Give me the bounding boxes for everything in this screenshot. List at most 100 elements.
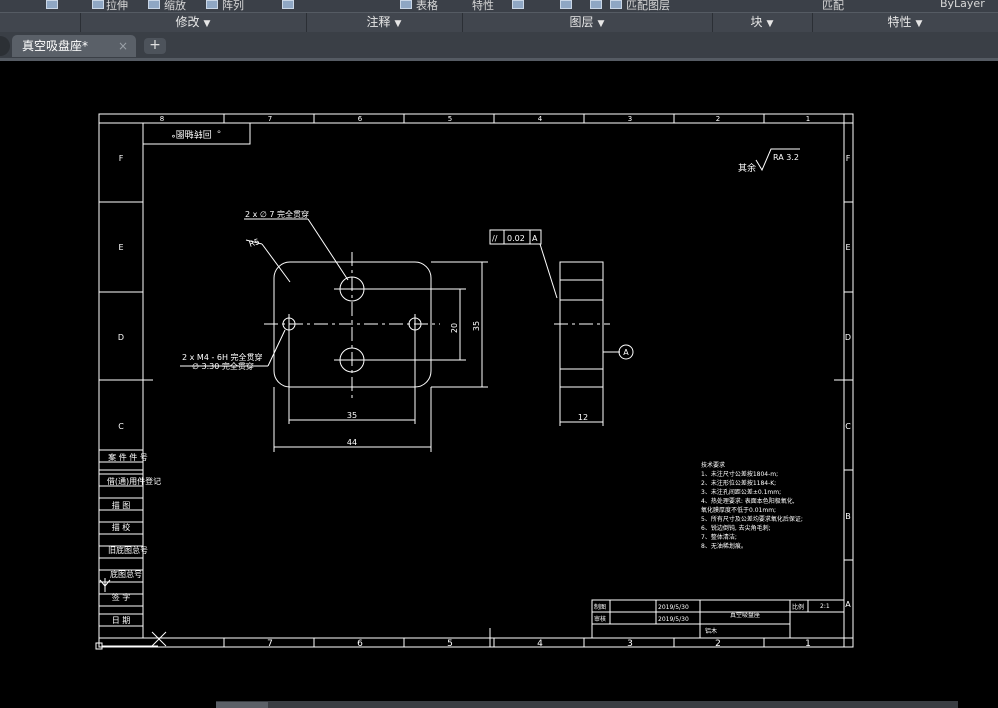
strip-label: 底图总号 [110, 569, 142, 579]
surface-finish-prefix: 其余 [738, 162, 756, 174]
col-number: 1 [806, 115, 810, 123]
row-letter: D [118, 333, 124, 342]
table-icon[interactable] [400, 0, 412, 9]
col-number-bottom: 5 [447, 639, 453, 649]
layer-lock-icon[interactable] [590, 0, 602, 9]
panel-properties[interactable]: 特性 ▼ [812, 13, 998, 32]
col-number-bottom: 7 [267, 639, 273, 649]
col-number-bottom: 3 [627, 639, 633, 649]
horizontal-scrollbar[interactable] [216, 701, 958, 708]
drawing-sheet: 8 7 6 5 4 3 2 1 7 6 5 4 3 2 1 F E D C F … [95, 113, 854, 650]
strip-label: 描 校 [112, 522, 131, 532]
callout-tapped-holes: 2 x M4 - 6H 完全贯穿 [182, 352, 263, 362]
title-block-date-2: 2019/5/30 [658, 616, 689, 623]
chevron-down-icon: ▼ [597, 19, 605, 29]
title-block-checked-by: 审核 [594, 615, 606, 623]
panel-block[interactable]: 块 ▼ [712, 13, 813, 32]
scale-icon[interactable] [148, 0, 160, 9]
col-number-bottom: 2 [715, 639, 721, 649]
col-number: 8 [160, 115, 164, 123]
tech-note-line: 3、未注孔间距公差±0.1mm; [701, 488, 781, 496]
inner-border [142, 122, 845, 639]
new-tab-button[interactable]: + [144, 38, 166, 54]
col-number: 4 [538, 115, 543, 123]
title-block-date-1: 2019/5/30 [658, 604, 689, 611]
col-number: 6 [358, 115, 363, 123]
tech-note-line: 2、未注形位公差按1184-K; [701, 479, 776, 487]
ribbon-panel-bar: 修改 ▼ 注释 ▼ 图层 ▼ 块 ▼ 特性 ▼ [0, 12, 998, 33]
panel-layers[interactable]: 图层 ▼ [462, 13, 713, 32]
col-number: 7 [268, 115, 272, 123]
tech-note-line: 4、热处理要求: 表面本色阳极氧化, [701, 497, 795, 505]
row-letter: E [845, 243, 850, 252]
panel-layers-label: 图层 [569, 15, 594, 29]
start-tab[interactable] [0, 36, 10, 56]
chevron-down-icon: ▼ [915, 19, 923, 29]
tech-note-line: 8、无油稀划痕。 [701, 542, 747, 550]
panel-annotate[interactable]: 注释 ▼ [306, 13, 463, 32]
dimension-20: 20 [450, 323, 459, 333]
col-number: 2 [716, 115, 720, 123]
callout-through-holes: 2 x ∅ 7 完全贯穿 [245, 209, 309, 219]
drawing-canvas[interactable]: 8 7 6 5 4 3 2 1 7 6 5 4 3 2 1 F E D C F … [0, 61, 998, 701]
row-letter: C [845, 422, 851, 431]
parallelism-symbol: // [492, 234, 498, 243]
stretch-tool-icon[interactable] [46, 0, 58, 9]
radius-label: R5 [248, 237, 261, 249]
row-letter: A [845, 600, 851, 609]
datum-flag: A [623, 348, 629, 357]
title-block-material: 铝木 [705, 627, 717, 635]
dimension-35-horizontal: 35 [347, 411, 357, 420]
tech-note-line: 6、锐边倒钝, 去尖角毛刺; [701, 524, 771, 532]
flipped-box-text: 。回转轴图° [171, 128, 221, 140]
strip-label: 案 件 件 号 [108, 452, 148, 462]
strip-label: 签 字 [112, 592, 131, 602]
tech-note-line: 氧化膜厚度不低于0.01mm; [701, 506, 776, 514]
layer-match-icon[interactable] [610, 0, 622, 9]
tolerance-value: 0.02 [507, 234, 525, 243]
row-letter: F [119, 154, 124, 163]
row-letter: D [845, 333, 851, 342]
strip-label: 旧底图总号 [108, 545, 148, 555]
panel-modify[interactable]: 修改 ▼ [80, 13, 307, 32]
annotation-tool-icon[interactable] [282, 0, 294, 9]
row-letter: B [845, 512, 851, 521]
strip-label: 借(通)用件登记 [107, 476, 161, 486]
bylayer-dropdown[interactable]: ByLayer [940, 0, 985, 10]
chevron-down-icon: ▼ [203, 19, 211, 29]
panel-properties-label: 特性 [887, 15, 912, 29]
row-letter: E [118, 243, 123, 252]
scrollbar-thumb[interactable] [216, 702, 268, 708]
col-number-bottom: 1 [805, 639, 811, 649]
layer-tool-icon[interactable] [512, 0, 524, 9]
dimension-44: 44 [347, 438, 357, 447]
tech-note-line: 7、整体清洁; [701, 533, 737, 541]
tolerance-datum: A [532, 234, 538, 243]
tech-notes-title: 技术要求 [701, 461, 725, 469]
layer-sun-icon[interactable] [560, 0, 572, 9]
tech-note-line: 1、未注尺寸公差按1804-m; [701, 470, 778, 478]
col-number-bottom: 4 [537, 639, 543, 649]
tab-vacuum-chuck-seat[interactable]: 真空吸盘座* × [12, 35, 136, 57]
row-letter: F [846, 154, 851, 163]
col-number: 3 [628, 115, 632, 123]
outer-border [98, 113, 854, 648]
title-block-scale-label: 比例 [792, 603, 804, 611]
strip-label: 日 期 [112, 616, 131, 625]
panel-annotate-label: 注释 [366, 15, 391, 29]
surface-finish-value: RA 3.2 [773, 153, 799, 162]
stretch-icon[interactable] [92, 0, 104, 9]
panel-modify-label: 修改 [175, 15, 200, 29]
tab-title: 真空吸盘座* [22, 39, 89, 53]
panel-spacer [0, 13, 81, 32]
panel-block-label: 块 [750, 15, 763, 29]
chevron-down-icon: ▼ [766, 19, 774, 29]
chevron-down-icon: ▼ [394, 19, 402, 29]
close-icon[interactable]: × [118, 35, 128, 57]
title-block-scale-value: 2:1 [820, 603, 830, 610]
array-icon[interactable] [206, 0, 218, 9]
row-letter: C [118, 422, 124, 431]
col-number-bottom: 6 [357, 639, 363, 649]
dimension-35-vertical: 35 [472, 321, 481, 331]
callout-tap-drill: ∅ 3.30 完全贯穿 [192, 361, 254, 371]
